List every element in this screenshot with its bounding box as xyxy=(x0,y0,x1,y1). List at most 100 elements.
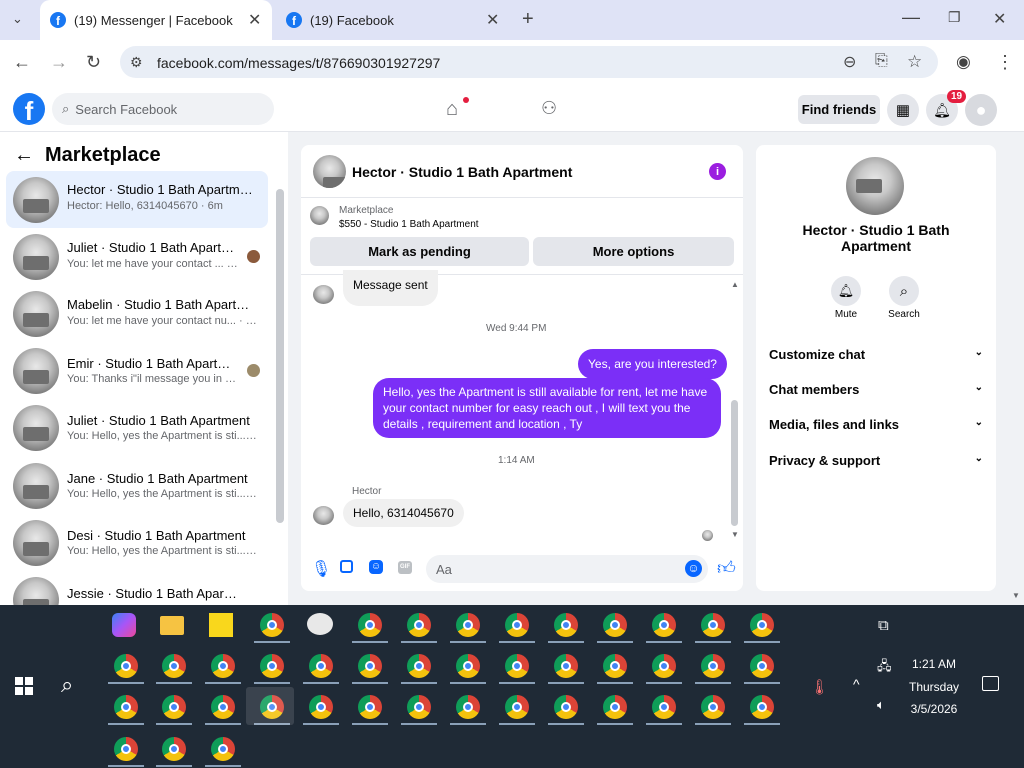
chrome-profile-icon[interactable] xyxy=(701,695,725,719)
tab-facebook[interactable]: f (19) Facebook ✕ xyxy=(278,0,508,40)
photo-icon[interactable] xyxy=(340,560,353,573)
chrome-profile-icon[interactable] xyxy=(309,695,333,719)
tab-messenger[interactable]: f (19) Messenger | Facebook ✕ xyxy=(40,0,272,40)
clock-day[interactable]: Thursday xyxy=(902,680,966,694)
groups-icon[interactable]: ⚇ xyxy=(541,98,557,119)
chrome-profile-icon[interactable] xyxy=(309,654,333,678)
mark-as-pending-button[interactable]: Mark as pending xyxy=(310,237,529,266)
bookmark-star-icon[interactable]: ☆ xyxy=(907,52,922,72)
chrome-profile-icon[interactable] xyxy=(603,613,627,637)
conversation-item[interactable]: Jane · Studio 1 Bath Apartment You: Hell… xyxy=(6,457,268,514)
show-hidden-icons-icon[interactable]: ^ xyxy=(853,676,860,692)
chrome-profile-icon[interactable] xyxy=(750,695,774,719)
microphone-icon[interactable]: 🎙︎ xyxy=(311,559,331,579)
sticker-icon[interactable]: ☺ xyxy=(369,560,383,574)
tab-search-icon[interactable]: ⌄ xyxy=(12,11,23,27)
forward-icon[interactable]: → xyxy=(50,52,68,73)
clock-date[interactable]: 3/5/2026 xyxy=(902,702,966,716)
message-input[interactable]: Aa xyxy=(426,555,708,583)
message-bubble-in[interactable]: Hello, 6314045670 xyxy=(343,499,464,527)
chrome-profile-icon[interactable] xyxy=(162,654,186,678)
close-tab-icon[interactable]: ✕ xyxy=(248,10,261,30)
minimize-icon[interactable]: — xyxy=(902,7,920,28)
mute-bell-icon[interactable]: 🔔︎ xyxy=(831,276,861,306)
conversation-item[interactable]: Desi · Studio 1 Bath Apartment You: Hell… xyxy=(6,514,268,571)
customize-chat-item[interactable]: Customize chat ⌄ xyxy=(769,347,983,362)
install-app-icon[interactable]: ⎘ xyxy=(875,52,888,70)
chrome-profile-icon[interactable] xyxy=(162,737,186,761)
thumbs-up-icon[interactable]: 👍︎ xyxy=(717,557,736,579)
new-tab-icon[interactable]: + xyxy=(522,8,534,31)
listing-thumbnail[interactable] xyxy=(310,206,329,225)
app-icon[interactable] xyxy=(307,613,333,635)
chrome-profile-icon[interactable] xyxy=(260,613,284,637)
message-bubble-in[interactable]: Message sent xyxy=(343,270,438,306)
chat-members-item[interactable]: Chat members ⌄ xyxy=(769,382,983,397)
chrome-profile-icon[interactable] xyxy=(554,695,578,719)
emoji-icon[interactable]: ☺ xyxy=(685,560,702,577)
listing-detail[interactable]: $550 - Studio 1 Bath Apartment xyxy=(339,219,479,230)
chrome-profile-icon[interactable] xyxy=(750,654,774,678)
find-friends-button[interactable]: Find friends xyxy=(798,95,880,124)
gif-icon[interactable]: GIF xyxy=(398,561,412,574)
media-files-links-item[interactable]: Media, files and links ⌄ xyxy=(769,417,983,432)
message-bubble-out[interactable]: Yes, are you interested? xyxy=(578,349,727,379)
clock-time[interactable]: 1:21 AM xyxy=(906,657,962,671)
back-arrow-icon[interactable]: ← xyxy=(14,144,34,167)
reload-icon[interactable]: ↻ xyxy=(86,52,101,73)
search-input[interactable]: ⌕ Search Facebook xyxy=(52,93,274,125)
chrome-profile-icon[interactable] xyxy=(603,654,627,678)
scroll-up-icon[interactable]: ▲ xyxy=(731,280,739,289)
chrome-profile-icon[interactable] xyxy=(114,695,138,719)
back-icon[interactable]: ← xyxy=(13,52,31,73)
chrome-profile-icon[interactable] xyxy=(211,695,235,719)
profile-icon[interactable]: ◉ xyxy=(956,52,971,72)
chat-scrollbar[interactable] xyxy=(731,400,738,526)
menu-grid-icon[interactable]: ▦ xyxy=(887,94,919,126)
chrome-profile-icon[interactable] xyxy=(211,737,235,761)
chat-title[interactable]: Hector · Studio 1 Bath Apartment xyxy=(352,164,572,180)
taskbar-search-icon[interactable]: ⌕ xyxy=(61,672,73,698)
conversation-item[interactable]: Jessie · Studio 1 Bath Apartm... xyxy=(6,571,268,605)
close-window-icon[interactable]: ✕ xyxy=(993,9,1006,29)
network-icon[interactable]: 🖧 xyxy=(877,657,892,679)
chrome-profile-icon[interactable] xyxy=(652,613,676,637)
message-bubble-out[interactable]: Hello, yes the Apartment is still availa… xyxy=(373,378,721,438)
close-tab-icon[interactable]: ✕ xyxy=(486,10,499,30)
chrome-profile-icon[interactable] xyxy=(750,613,774,637)
chrome-profile-icon[interactable] xyxy=(505,613,529,637)
facebook-logo-icon[interactable]: f xyxy=(13,93,45,125)
chrome-profile-icon[interactable] xyxy=(162,695,186,719)
chrome-profile-icon[interactable] xyxy=(114,654,138,678)
menu-dots-icon[interactable]: ⋮ xyxy=(996,52,1014,73)
chrome-profile-icon[interactable] xyxy=(652,654,676,678)
chrome-profile-icon[interactable] xyxy=(407,695,431,719)
chat-list-scrollbar[interactable] xyxy=(276,189,284,523)
chrome-profile-icon[interactable] xyxy=(505,695,529,719)
sticky-notes-icon[interactable] xyxy=(209,613,233,637)
chrome-profile-icon[interactable] xyxy=(456,654,480,678)
conversation-item[interactable]: Juliet · Studio 1 Bath Apartment You: He… xyxy=(6,399,268,456)
chrome-profile-icon[interactable] xyxy=(114,737,138,761)
chrome-profile-icon[interactable] xyxy=(407,654,431,678)
more-options-button[interactable]: More options xyxy=(533,237,734,266)
chat-header-avatar[interactable] xyxy=(313,155,346,188)
windows-start-icon[interactable] xyxy=(15,677,33,695)
volume-icon[interactable]: 🔈︎ xyxy=(877,697,885,713)
conversation-item[interactable]: Hector · Studio 1 Bath Apartment Hector:… xyxy=(6,171,268,228)
conversation-item[interactable]: Emir · Studio 1 Bath Apartment You: Than… xyxy=(6,342,268,399)
conversation-item[interactable]: Juliet · Studio 1 Bath Apartme... You: l… xyxy=(6,228,268,285)
meet-now-icon[interactable]: ⧉ xyxy=(878,617,889,634)
chrome-profile-icon[interactable] xyxy=(456,613,480,637)
copilot-icon[interactable] xyxy=(112,613,136,637)
zoom-icon[interactable]: ⊖ xyxy=(843,52,856,72)
restore-icon[interactable]: ❐ xyxy=(948,9,961,26)
chrome-profile-icon[interactable] xyxy=(211,654,235,678)
page-scroll-down-icon[interactable]: ▼ xyxy=(1012,591,1020,600)
chrome-profile-icon[interactable] xyxy=(260,654,284,678)
chrome-profile-icon[interactable] xyxy=(554,613,578,637)
chrome-profile-icon[interactable] xyxy=(701,613,725,637)
chrome-profile-icon[interactable] xyxy=(358,613,382,637)
conversation-item[interactable]: Mabelin · Studio 1 Bath Apartm... You: l… xyxy=(6,285,268,342)
file-explorer-icon[interactable] xyxy=(160,616,184,635)
